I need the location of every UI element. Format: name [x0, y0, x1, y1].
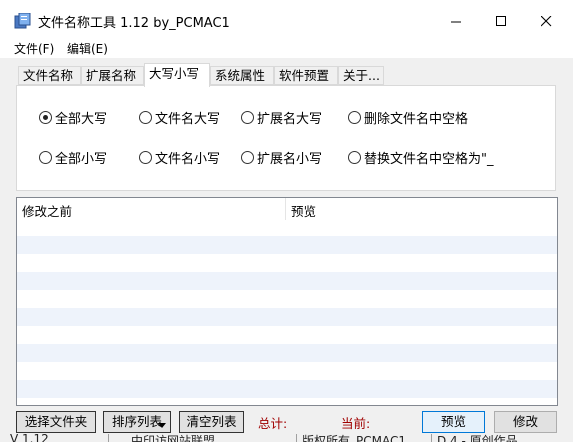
select-folder-button[interactable]: 选择文件夹 — [16, 411, 96, 433]
status-union: 中印访网站联盟 — [131, 434, 216, 442]
list-row-stripe — [17, 380, 557, 398]
menu-bar: 文件(F) 编辑(E) — [0, 38, 573, 58]
tab-filename[interactable]: 文件名称 — [18, 66, 81, 85]
preview-button[interactable]: 预览 — [422, 411, 485, 433]
list-row-stripe — [17, 308, 557, 326]
tab-extension[interactable]: 扩展名称 — [81, 66, 144, 85]
modify-button[interactable]: 修改 — [494, 411, 557, 433]
list-row-stripe — [17, 344, 557, 362]
radio-button-selected — [39, 111, 52, 124]
tab-attributes[interactable]: 系统属性 — [210, 66, 274, 85]
close-icon — [541, 16, 552, 27]
status-original: D.4 - 原创作品 — [437, 434, 518, 442]
app-icon — [14, 12, 32, 29]
list-row-stripe — [17, 272, 557, 290]
radio-replace-spaces[interactable]: 替换文件名中空格为"_" — [348, 148, 494, 166]
tab-case[interactable]: 大写小写 — [144, 63, 210, 87]
status-version: V 1.12 — [10, 434, 49, 442]
clear-list-button[interactable]: 清空列表 — [179, 411, 244, 433]
file-list[interactable]: 修改之前 预览 — [16, 197, 558, 406]
list-header: 修改之前 预览 — [17, 198, 557, 220]
title-bar: 文件名称工具 1.12 by_PCMAC1 — [0, 0, 573, 40]
maximize-button[interactable] — [480, 6, 522, 36]
minimize-button[interactable] — [435, 6, 477, 36]
status-copyright: 版权所有_PCMAC1 — [302, 434, 406, 442]
column-divider[interactable] — [285, 198, 286, 220]
tab-about[interactable]: 关于... — [338, 66, 384, 85]
column-preview[interactable]: 预览 — [291, 201, 316, 220]
maximize-icon — [496, 16, 506, 26]
dropdown-arrow-icon — [158, 423, 166, 428]
minimize-icon — [451, 21, 461, 23]
column-before[interactable]: 修改之前 — [22, 201, 72, 220]
menu-file[interactable]: 文件(F) — [14, 40, 54, 57]
close-button[interactable] — [525, 6, 567, 36]
sort-list-button[interactable]: 排序列表 — [103, 411, 171, 433]
status-bar: V 1.12 中印访网站联盟 版权所有_PCMAC1 D.4 - 原创作品 — [0, 434, 573, 442]
total-label: 总计: — [258, 416, 288, 431]
current-label: 当前: — [341, 416, 371, 431]
window-title: 文件名称工具 1.12 by_PCMAC1 — [38, 16, 230, 31]
list-row-stripe — [17, 236, 557, 254]
tab-presets[interactable]: 软件预置 — [274, 66, 338, 85]
menu-edit[interactable]: 编辑(E) — [67, 40, 108, 57]
case-options-panel: 全部大写 文件名大写 扩展名大写 删除文件名中空格 全部小写 文件名小写 扩展名… — [16, 85, 556, 191]
